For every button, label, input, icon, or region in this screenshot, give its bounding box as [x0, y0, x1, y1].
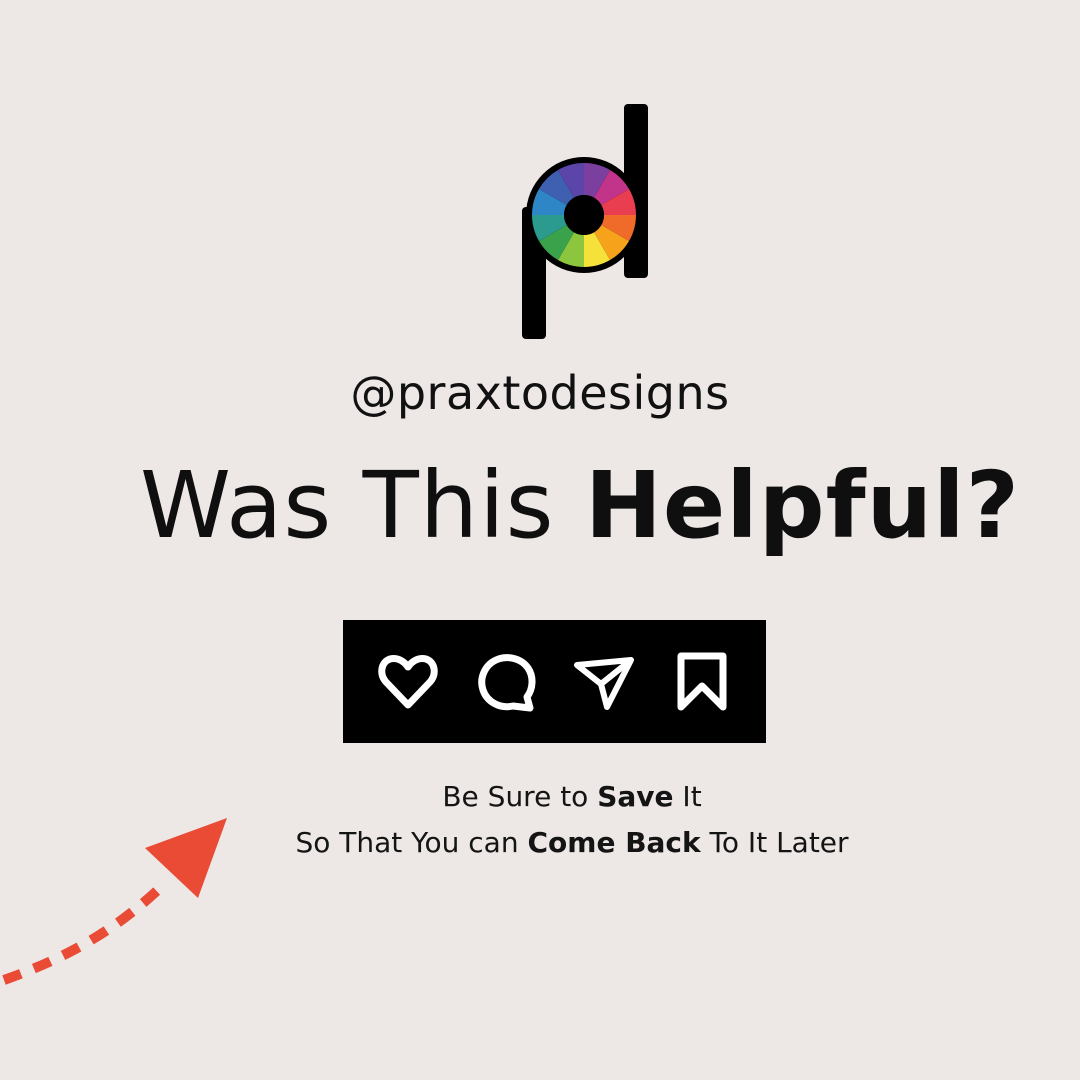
- cta-text: To It Later: [700, 826, 849, 859]
- cta-line-1: Be Sure to Save It: [0, 780, 1080, 813]
- heart-icon: [377, 654, 438, 708]
- comment-icon: [477, 653, 535, 711]
- arrow-icon: [2, 818, 227, 985]
- cta-text: It: [673, 780, 702, 813]
- bookmark-icon: [677, 652, 726, 710]
- cta-text: So That You can: [295, 826, 528, 859]
- cta-text: Be Sure to: [442, 780, 598, 813]
- brand-logo: [522, 104, 648, 339]
- headline-regular: Was This: [139, 452, 585, 559]
- share-button[interactable]: [573, 651, 635, 713]
- page-title: Was This Helpful?: [60, 452, 1080, 559]
- brand-handle: @praxtodesigns: [350, 366, 730, 420]
- cta-emphasis: Save: [597, 780, 674, 813]
- headline-bold: Helpful?: [584, 452, 1021, 559]
- save-button[interactable]: [671, 651, 733, 713]
- like-button[interactable]: [377, 651, 439, 713]
- action-bar: [343, 620, 766, 743]
- send-icon: [573, 656, 634, 710]
- comment-button[interactable]: [475, 651, 537, 713]
- cta-emphasis: Come Back: [527, 826, 701, 859]
